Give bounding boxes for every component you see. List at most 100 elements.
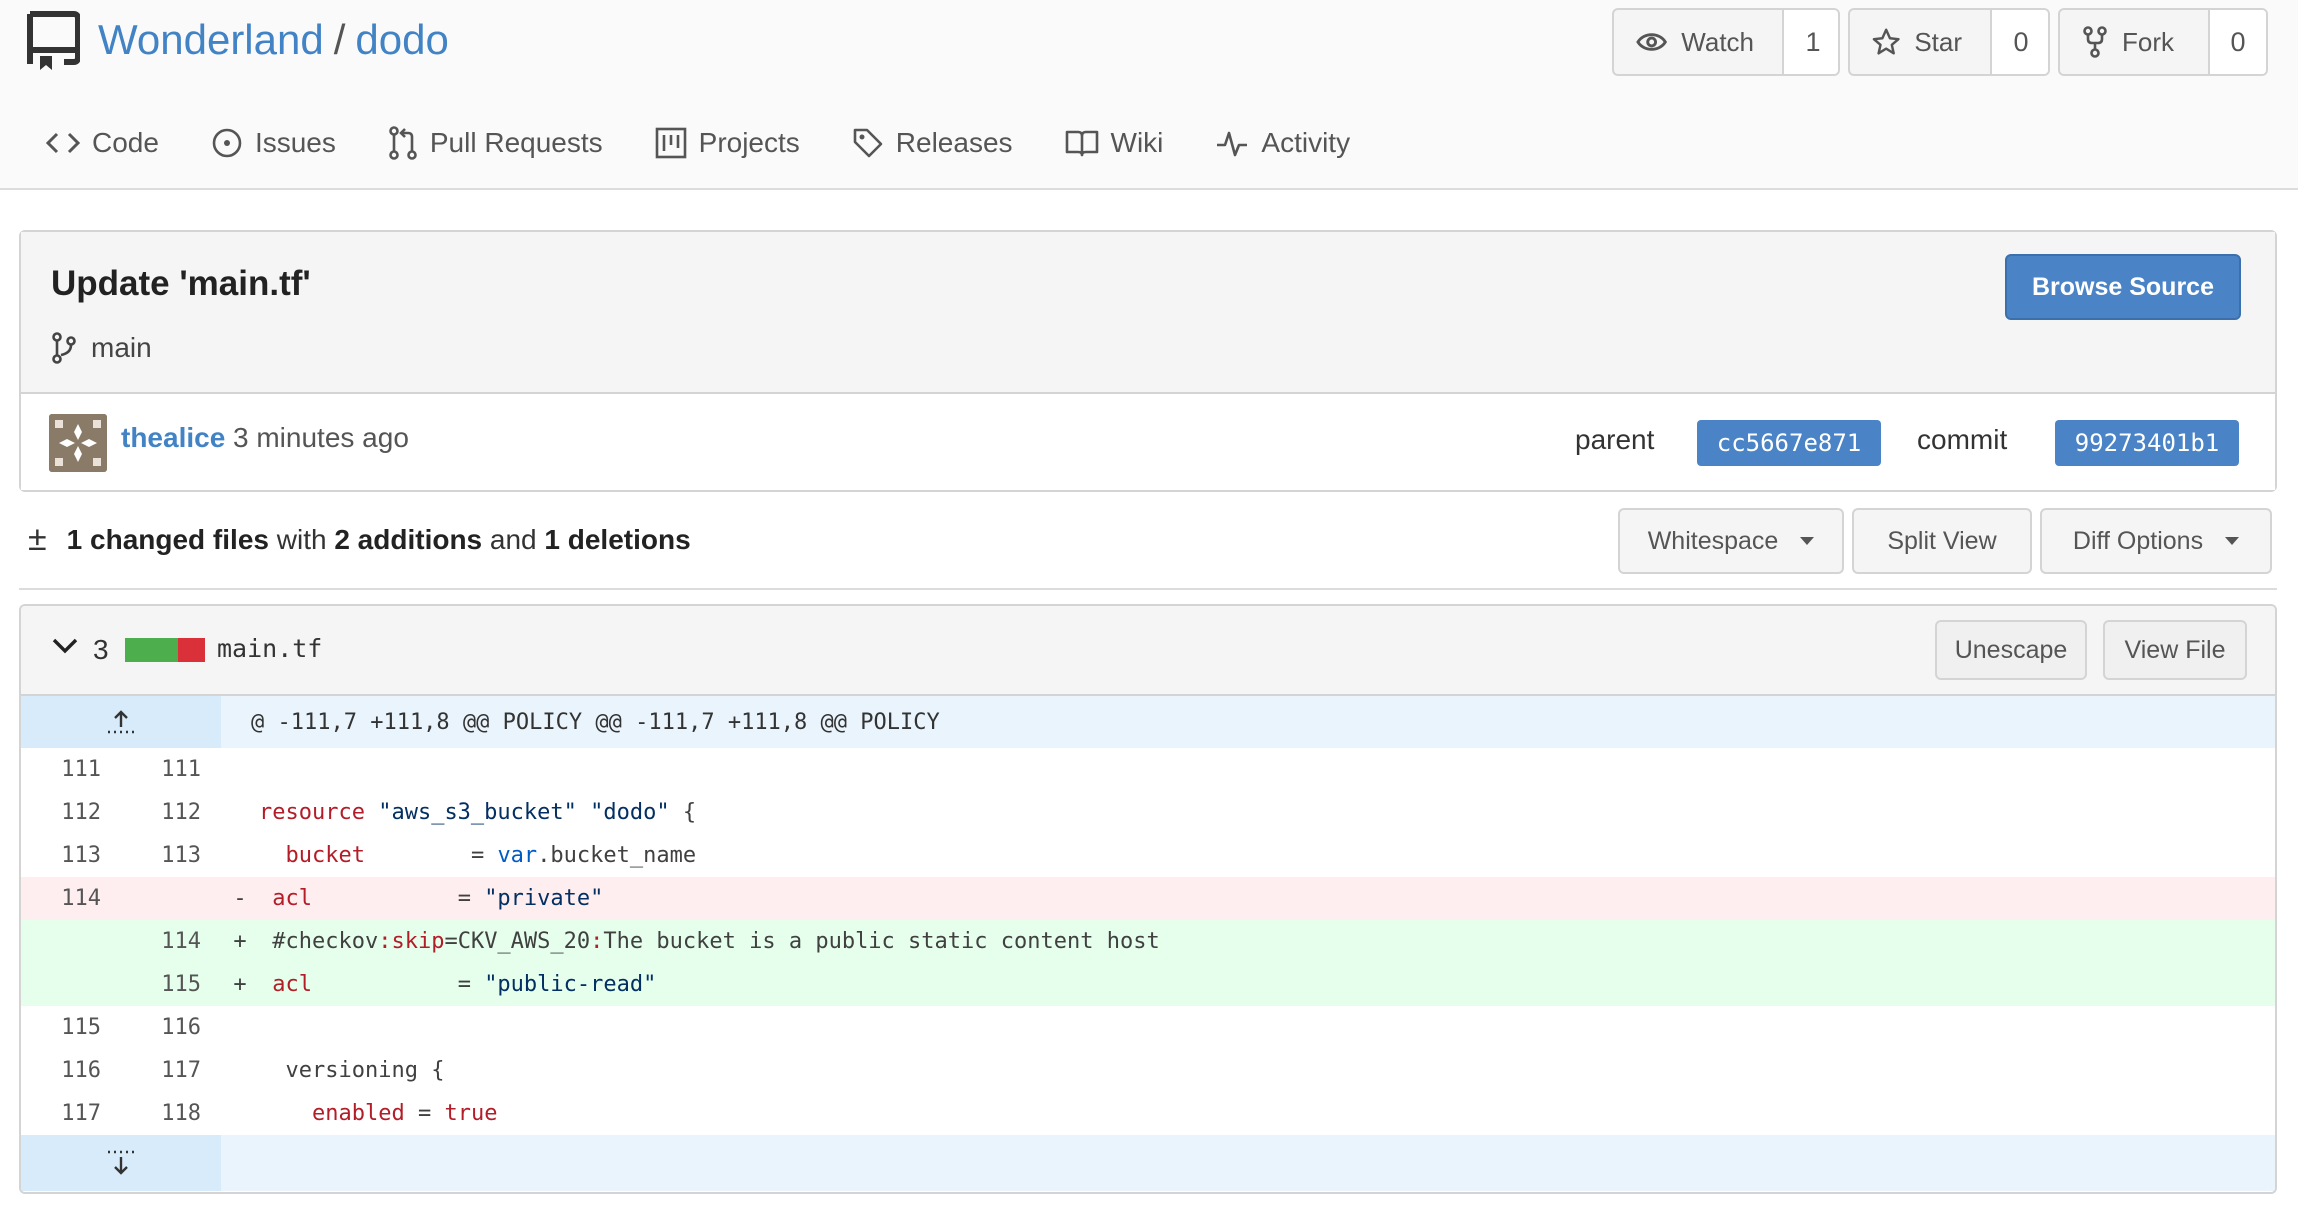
table-row: 114 - acl = "private" [21,877,2275,920]
tab-pull-requests[interactable]: Pull Requests [388,126,603,160]
star-icon [1872,28,1900,55]
file-header: 3 main.tf Unescape View File [21,606,2275,696]
repo-header: Wonderland / dodo Watch 1 Star 0 Fork 0 [0,0,2298,190]
fork-button[interactable]: Fork [2060,10,2210,74]
old-line-number[interactable]: 111 [21,757,113,782]
code-line: enabled = true [311,1101,498,1126]
whitespace-label: Whitespace [1647,526,1779,555]
file-change-count: 3 [93,634,109,665]
new-line-number[interactable]: 114 [113,929,213,954]
tag-icon [853,128,883,158]
diff-sign: + [233,972,247,997]
deletions-bar [178,638,205,662]
expand-down-icon[interactable] [21,1135,221,1191]
star-button[interactable]: Star [1850,10,1992,74]
unescape-button[interactable]: Unescape [1935,620,2087,680]
code-line: bucket = var.bucket_name [285,843,697,868]
changed-files-count: 1 changed files [66,523,269,555]
tab-label: Wiki [1110,127,1164,158]
pull-request-icon [389,126,417,160]
fork-button-group: Fork 0 [2058,8,2268,76]
branch-name[interactable]: main [91,332,152,364]
diff-options-dropdown[interactable]: Diff Options [2040,508,2272,574]
tab-label: Projects [698,127,800,158]
new-line-number[interactable]: 111 [113,757,213,782]
browse-source-button[interactable]: Browse Source [2005,254,2241,320]
avatar[interactable] [49,414,107,472]
diff-stats: ± 1 changed files with 2 additions and 1… [28,520,691,559]
watch-count[interactable]: 1 [1784,10,1838,74]
expand-up-icon[interactable] [21,696,221,748]
code-line: versioning { [285,1058,445,1083]
deletions-count: 1 deletions [544,523,691,555]
tab-releases[interactable]: Releases [852,126,1013,160]
fork-label: Fork [2122,26,2174,57]
code-line: acl = "private" [272,886,604,911]
additions-count: 2 additions [334,523,483,555]
commit-sha-link[interactable]: 99273401b1 [2055,420,2239,466]
old-line-number[interactable]: 112 [21,800,113,825]
diff-sign: + [233,929,247,954]
repo-icon [27,11,80,70]
repo-owner-link[interactable]: Wonderland [98,16,324,64]
parent-sha-link[interactable]: cc5667e871 [1697,420,1881,466]
star-count[interactable]: 0 [1992,10,2048,74]
new-line-number[interactable]: 118 [113,1101,213,1126]
repo-title: Wonderland / dodo [98,16,449,64]
project-icon [655,127,686,159]
diff-options-label: Diff Options [2072,526,2204,555]
watch-button-group: Watch 1 [1612,8,1840,76]
eye-icon [1636,33,1668,51]
watch-label: Watch [1681,26,1754,57]
caret-down-icon [1800,537,1815,545]
fork-icon [2083,26,2107,58]
hunk-text: @ -111,7 +111,8 @@ POLICY @@ -111,7 +111… [251,709,940,735]
whitespace-dropdown[interactable]: Whitespace [1618,508,1844,574]
author-link[interactable]: thealice [121,422,225,454]
table-row: 115 + acl = "public-read" [21,963,2275,1006]
old-line-number[interactable]: 116 [21,1058,113,1083]
plus-minus-icon: ± [28,520,47,558]
fork-count[interactable]: 0 [2210,10,2266,74]
watch-button[interactable]: Watch [1614,10,1784,74]
tab-wiki[interactable]: Wiki [1065,126,1164,160]
caret-down-icon [2225,537,2240,545]
split-view-button[interactable]: Split View [1852,508,2032,574]
new-line-number[interactable]: 116 [113,1015,213,1040]
commit-title: Update 'main.tf' [51,264,311,303]
table-row: 116 117 versioning { [21,1049,2275,1092]
old-line-number[interactable]: 113 [21,843,113,868]
tab-activity[interactable]: Activity [1215,126,1350,160]
star-label: Star [1914,26,1962,57]
new-line-number[interactable]: 112 [113,800,213,825]
commit-header: Update 'main.tf' main Browse Source thea… [19,230,2277,492]
file-name[interactable]: main.tf [217,634,322,663]
repo-name-link[interactable]: dodo [355,16,448,64]
tab-projects[interactable]: Projects [655,126,800,160]
new-line-number[interactable]: 117 [113,1058,213,1083]
diff-sign: - [233,886,247,911]
table-row: 114 + #checkov:skip=CKV_AWS_20:The bucke… [21,920,2275,963]
old-line-number[interactable]: 114 [21,886,113,911]
tab-issues[interactable]: Issues [211,126,336,160]
hunk-header: @ -111,7 +111,8 @@ POLICY @@ -111,7 +111… [21,696,2275,748]
book-icon [1065,130,1098,157]
table-row: 117 118 enabled = true [21,1092,2275,1135]
view-file-button[interactable]: View File [2103,620,2247,680]
page-root: Wonderland / dodo Watch 1 Star 0 Fork 0 [0,0,2298,1212]
old-line-number[interactable]: 115 [21,1015,113,1040]
new-line-number[interactable]: 113 [113,843,213,868]
repo-separator: / [333,16,346,63]
code-line: acl = "public-read" [272,972,657,997]
old-line-number[interactable]: 117 [21,1101,113,1126]
diff-stat-bar [125,638,205,662]
tab-code[interactable]: Code [46,126,159,160]
divider [19,588,2277,590]
tab-label: Pull Requests [429,127,603,158]
commit-time: 3 minutes ago [233,422,409,453]
stats-with: with [276,523,327,555]
issue-icon [212,128,242,158]
code-line: #checkov:skip=CKV_AWS_20:The bucket is a… [272,929,1160,954]
new-line-number[interactable]: 115 [113,972,213,997]
chevron-down-icon[interactable] [51,636,79,656]
